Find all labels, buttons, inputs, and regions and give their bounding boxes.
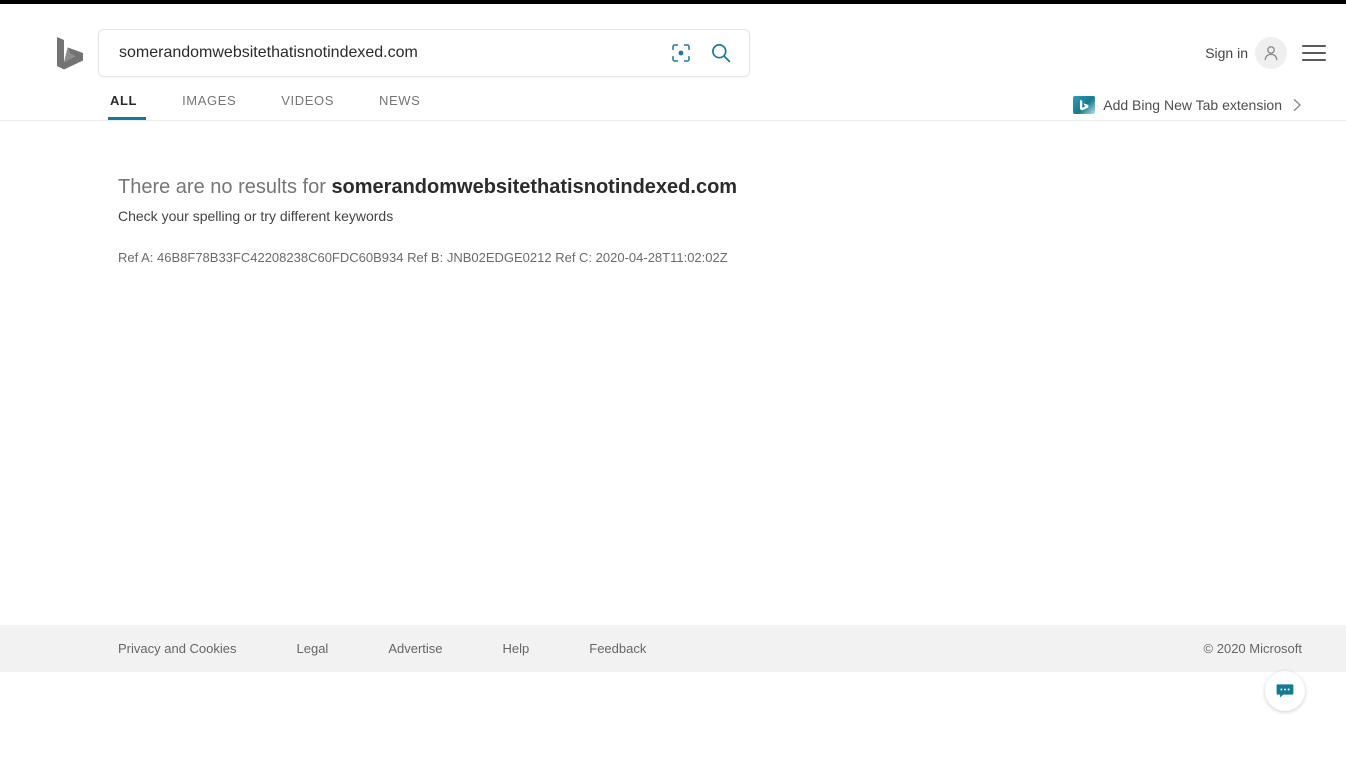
promo-label: Add Bing New Tab extension <box>1103 97 1282 113</box>
avatar[interactable] <box>1255 37 1287 69</box>
footer-link-feedback[interactable]: Feedback <box>589 641 646 656</box>
person-icon <box>1261 43 1281 63</box>
visual-search-icon[interactable] <box>661 31 701 75</box>
page-footer: Privacy and Cookies Legal Advertise Help… <box>0 625 1346 672</box>
tab-images-label: IMAGES <box>182 93 236 108</box>
hamburger-menu-icon[interactable] <box>1302 42 1326 64</box>
search-input[interactable] <box>99 31 661 75</box>
footer-link-privacy[interactable]: Privacy and Cookies <box>118 641 237 656</box>
footer-links: Privacy and Cookies Legal Advertise Help… <box>118 641 646 656</box>
no-results-message: There are no results for somerandomwebsi… <box>118 176 737 199</box>
search-box[interactable] <box>98 29 750 77</box>
bing-logo[interactable] <box>54 35 88 71</box>
tab-videos[interactable]: VIDEOS <box>281 93 334 120</box>
no-results-prefix: There are no results for <box>118 176 331 198</box>
tab-videos-label: VIDEOS <box>281 93 334 108</box>
footer-link-legal[interactable]: Legal <box>297 641 329 656</box>
reference-ids-text: Ref A: 46B8F78B33FC42208238C60FDC60B934 … <box>118 250 728 265</box>
tab-news-label: NEWS <box>379 93 420 108</box>
tab-all-label: ALL <box>110 93 137 108</box>
add-bing-new-tab-extension-link[interactable]: Add Bing New Tab extension <box>1073 96 1302 114</box>
tab-active-underline <box>108 117 146 120</box>
sign-in-button[interactable]: Sign in <box>1205 45 1248 61</box>
tab-news[interactable]: NEWS <box>379 93 420 120</box>
spelling-suggestion-text: Check your spelling or try different key… <box>118 208 393 224</box>
page-header: Sign in ALL IMAGES VIDEOS NEWS <box>0 4 1346 121</box>
search-submit-icon[interactable] <box>701 31 741 75</box>
footer-link-advertise[interactable]: Advertise <box>388 641 442 656</box>
chat-bubble-icon <box>1275 681 1295 701</box>
tab-images[interactable]: IMAGES <box>182 93 236 120</box>
bing-search-results-page: Sign in ALL IMAGES VIDEOS NEWS <box>0 0 1346 768</box>
chevron-right-icon <box>1292 98 1302 112</box>
search-vertical-tabs: ALL IMAGES VIDEOS NEWS <box>110 93 465 120</box>
tab-all[interactable]: ALL <box>110 93 137 120</box>
no-results-query: somerandomwebsitethatisnotindexed.com <box>331 176 737 198</box>
copyright-text: © 2020 Microsoft <box>1204 641 1302 656</box>
feedback-floating-button[interactable] <box>1265 671 1305 711</box>
footer-link-help[interactable]: Help <box>503 641 530 656</box>
bing-tile-icon <box>1073 96 1095 114</box>
